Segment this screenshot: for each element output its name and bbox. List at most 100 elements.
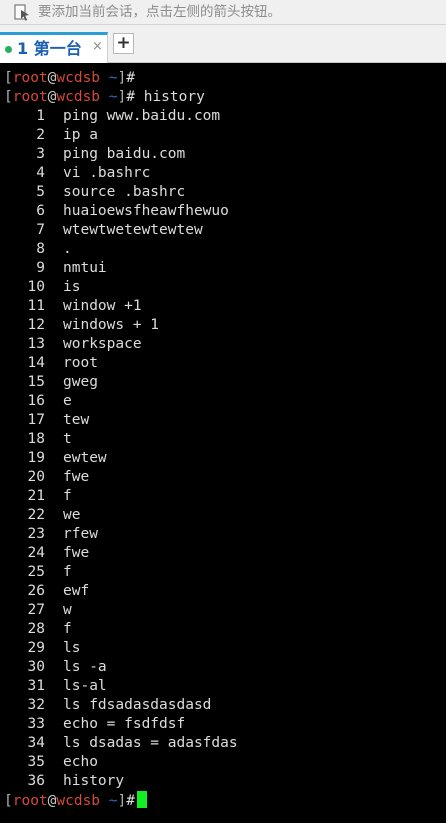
history-entry: 17 tew — [4, 411, 90, 430]
history-command: wtewtwetewtewtew — [63, 222, 203, 238]
prompt-bracket-open: [ — [4, 793, 13, 809]
history-command: ls dsadas = adasfdas — [63, 735, 238, 751]
history-entry: 34 ls dsadas = adasfdas — [4, 734, 238, 753]
history-command: ping www.baidu.com — [63, 108, 221, 124]
history-number: 10 — [27, 279, 45, 295]
tab-close-icon[interactable]: × — [92, 40, 103, 54]
hint-text: 要添加当前会话，点击左侧的箭头按钮。 — [38, 4, 281, 20]
history-command: fwe — [63, 469, 90, 485]
history-number: 7 — [36, 222, 45, 238]
session-tab-label[interactable]: 1 第一台 — [17, 39, 82, 59]
history-number: 33 — [27, 716, 45, 732]
history-command: rfew — [63, 526, 98, 542]
history-number: 17 — [27, 412, 45, 428]
history-command: . — [63, 241, 72, 257]
history-command: we — [63, 507, 81, 523]
prompt-dir: ~ — [108, 70, 118, 86]
history-command: vi .bashrc — [63, 165, 151, 181]
history-entry: 6 huaioewsfheawfhewuo — [4, 202, 229, 221]
history-command: ls — [63, 640, 81, 656]
prompt-bracket-open: [ — [4, 89, 13, 105]
terminal-output[interactable]: [root@wcdsb ~]# [root@wcdsb ~]# history 1 p… — [0, 63, 446, 823]
history-entry: 23 rfew — [4, 525, 98, 544]
history-command: ls -a — [63, 659, 107, 675]
session-hint-bar: 要添加当前会话，点击左侧的箭头按钮。 — [0, 0, 446, 25]
session-tab-active[interactable]: 1 第一台 × — [0, 32, 108, 63]
history-number: 9 — [36, 260, 45, 276]
history-number: 6 — [36, 203, 45, 219]
prompt-user: root — [12, 793, 48, 809]
history-entry: 24 fwe — [4, 544, 90, 563]
command-text: history — [134, 89, 205, 105]
history-command: fwe — [63, 545, 90, 561]
history-entry: 29 ls — [4, 639, 81, 658]
history-number: 26 — [27, 583, 45, 599]
history-command: workspace — [63, 336, 142, 352]
prompt-symbol: # — [126, 89, 135, 105]
history-entry: 2 ip a — [4, 126, 98, 145]
history-entry: 27 w — [4, 601, 72, 620]
prompt-bracket-close: ] — [117, 89, 127, 105]
history-number: 4 — [36, 165, 45, 181]
prompt-user: root — [12, 89, 48, 105]
prompt-bracket-open: [ — [4, 70, 13, 86]
history-entry: 25 f — [4, 563, 72, 582]
history-number: 18 — [27, 431, 45, 447]
prompt-symbol: # — [126, 70, 135, 86]
prompt-host: wcdsb — [56, 70, 101, 86]
history-command: tew — [63, 412, 90, 428]
tab-bar: 1 第一台 × + — [0, 25, 446, 63]
history-number: 24 — [27, 545, 45, 561]
history-number: 11 — [27, 298, 45, 314]
history-entry: 11 window +1 — [4, 297, 142, 316]
add-tab-button[interactable]: + — [113, 33, 134, 54]
history-command: windows + 1 — [63, 317, 160, 333]
history-entry: 35 echo — [4, 753, 98, 772]
history-command: huaioewsfheawfhewuo — [63, 203, 229, 219]
history-command: gweg — [63, 374, 98, 390]
history-command: ls fdsadasdasdasd — [63, 697, 212, 713]
prompt-line: [root@wcdsb ~]# — [4, 791, 147, 810]
history-entry: 7 wtewtwetewtewtew — [4, 221, 203, 240]
prompt-line: [root@wcdsb ~]# — [4, 69, 135, 88]
history-entry: 30 ls -a — [4, 658, 107, 677]
prompt-dir: ~ — [108, 89, 118, 105]
history-command: is — [63, 279, 81, 295]
prompt-bracket-close: ] — [117, 70, 127, 86]
history-entry: 26 ewf — [4, 582, 90, 601]
history-command: w — [63, 602, 72, 618]
history-number: 21 — [27, 488, 45, 504]
history-entry: 4 vi .bashrc — [4, 164, 150, 183]
history-number: 14 — [27, 355, 45, 371]
history-entry: 21 f — [4, 487, 72, 506]
session-arrow-icon[interactable] — [12, 3, 32, 23]
history-command: ping baidu.com — [63, 146, 186, 162]
history-number: 36 — [27, 773, 45, 789]
history-number: 23 — [27, 526, 45, 542]
history-command: t — [63, 431, 72, 447]
history-command: echo = fsdfdsf — [63, 716, 186, 732]
history-number: 1 — [36, 108, 45, 124]
history-entry: 8. — [4, 240, 72, 259]
prompt-user: root — [12, 70, 48, 86]
history-entry: 14 root — [4, 354, 98, 373]
history-entry: 31 ls-al — [4, 677, 107, 696]
history-number: 22 — [27, 507, 45, 523]
history-command: f — [63, 488, 72, 504]
history-number: 3 — [36, 146, 45, 162]
history-number: 31 — [27, 678, 45, 694]
history-entry: 33 echo = fsdfdsf — [4, 715, 186, 734]
terminal-cursor — [136, 791, 147, 808]
prompt-host: wcdsb — [56, 793, 101, 809]
history-number: 29 — [27, 640, 45, 656]
history-entry: 3 ping baidu.com — [4, 145, 185, 164]
prompt-host: wcdsb — [56, 89, 101, 105]
history-entry: 16 e — [4, 392, 72, 411]
history-entry: 28 f — [4, 620, 72, 639]
connection-status-dot — [5, 46, 12, 53]
history-entry: 19 ewtew — [4, 449, 107, 468]
history-number: 8 — [36, 241, 45, 257]
history-command: ewf — [63, 583, 90, 599]
